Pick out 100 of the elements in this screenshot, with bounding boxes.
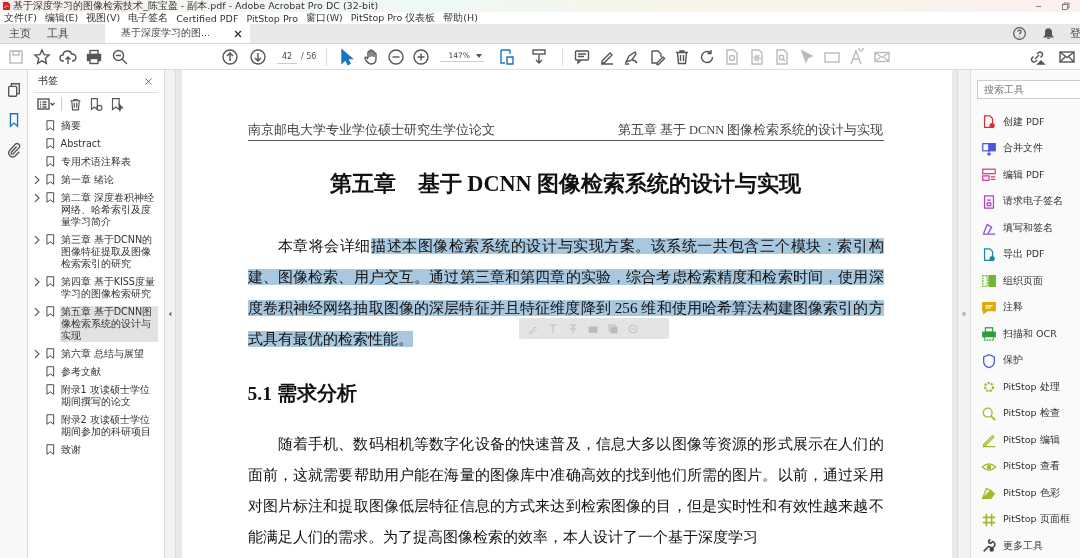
bookmark-item[interactable]: 第六章 总结与展望 [34,345,158,363]
bookmark-icon [46,174,55,185]
gear-icon [981,379,997,395]
tool-item[interactable]: PitStop 色彩 [977,484,1080,502]
menu-item[interactable]: 文件(F) [4,11,37,25]
bookmark-icon [46,234,55,245]
create-pdf-icon [981,114,997,130]
scan-icon [981,326,997,342]
tool-item[interactable]: PitStop 页面框 [977,510,1080,529]
window-title: 基于深度学习的图像检索技术_陈宝盈 - 副本.pdf - Adobe Acrobat Pro DC (32-bit) [13,0,379,12]
chevron-icon[interactable] [34,176,40,184]
bell-icon[interactable] [1041,26,1056,41]
menu-item[interactable]: 编辑(E) [44,11,79,25]
chevron-icon[interactable] [34,194,40,202]
restore-icon[interactable] [1061,1,1070,11]
resize-grip-icon[interactable] [960,310,968,318]
menu-item[interactable]: 窗口(W) [305,11,343,25]
menu-item[interactable]: 帮助(H) [443,11,478,25]
zoom-plus-icon[interactable] [412,47,431,66]
tool-item[interactable]: PitStop 处理 [977,378,1080,396]
tool-item[interactable]: 请求电子签名 [977,192,1080,211]
bookmark-icon [46,192,55,203]
page-up-icon[interactable] [221,47,239,66]
bookmark-item[interactable]: 专用术语注释表 [34,153,158,171]
tab[interactable]: 基于深度学习的图... [105,24,250,43]
paragraph: 随着手机、数码相机等数字化设备的快速普及，信息大多以图像等资源的形式展示在人们的面前，这就需要帮助用户能在海量的图像库中准确高效的找到他们所需的图片。以前，通过采用对图片标注和提取图像低层特征信息的方式来达到检索图像的目，但是实时性和有效性越来越不能满足人们的需求。为了提高图像检索的效率，本人设计了一个基于深度学习 [247,435,884,547]
tool-item[interactable]: 编辑 PDF [977,166,1080,184]
bookmark-item[interactable]: 参考文献 [34,363,158,381]
tab[interactable]: 主页 [0,24,39,43]
collapse-icon[interactable] [166,310,174,318]
tool-item[interactable]: 导出 PDF [977,245,1080,264]
chevron-icon[interactable] [34,308,40,316]
wrench-icon [981,538,997,554]
page-header: 南京邮电大学专业学位硕士研究生学位论文 [247,122,495,139]
tool-item[interactable]: 更多工具 [977,537,1080,555]
help-icon[interactable] [1012,26,1027,41]
page-number-field[interactable]: 42 [277,49,297,64]
menu-item[interactable]: PitStop Pro [246,12,298,24]
zoom-minus-icon[interactable] [387,47,406,66]
tool-item[interactable]: PitStop 编辑 [977,431,1080,449]
new-bookmark-icon[interactable] [89,96,104,112]
page-down-icon[interactable] [249,47,267,66]
bookmark-item[interactable]: 附录2 攻读硕士学位期间参加的科研项目 [34,411,158,441]
bookmark-item[interactable]: 第二章 深度卷积神经网络、哈希索引及度量学习简介 [34,189,158,231]
tool-item[interactable]: PitStop 检查 [977,404,1080,423]
tool-item[interactable]: 填写和签名 [977,219,1080,237]
options-menu-icon[interactable] [37,95,55,113]
bookmark-item[interactable]: 第一章 绪论 [34,171,158,189]
comment-icon [981,299,997,316]
bookmark-icon [46,348,55,359]
printer-icon[interactable] [85,47,103,66]
tool-item[interactable]: 扫描和 OCR [977,325,1080,343]
close-icon[interactable] [234,29,242,38]
chapter-title: 第五章 基于 DCNN 图像检索系统的设计与实现 [328,170,803,198]
tool-item[interactable]: 注释 [977,298,1080,317]
fit-page-icon[interactable] [498,47,517,66]
zoom-out-icon[interactable] [111,47,129,66]
menu-item[interactable]: PitStop Pro 仪表板 [350,11,436,25]
edit-pdf-icon [981,167,997,183]
star-icon[interactable] [33,47,51,66]
bookmark-item[interactable]: 摘要 [34,117,158,135]
tool-item[interactable]: 组织页面 [977,272,1080,290]
bookmark-item[interactable]: 第三章 基于DCNN的图像特征提取及图像检索索引的研究 [34,231,158,273]
chevron-icon[interactable] [34,278,40,286]
bookmark-item[interactable]: Abstract [34,135,158,153]
chevron-icon[interactable] [34,236,40,244]
bookmark-item[interactable]: 附录1 攻读硕士学位期间撰写的论文 [34,381,158,411]
export-pdf-icon [981,246,997,263]
bookmark-icon [46,138,55,149]
menu-item[interactable]: 电子签名 [128,11,169,25]
tool-item[interactable]: 合并文件 [977,139,1080,158]
menu-item[interactable]: Certified PDF [176,12,239,24]
bookmark-search-icon[interactable] [110,96,125,112]
pencil-icon [981,432,997,448]
tool-item[interactable]: 保护 [977,351,1080,370]
tool-item[interactable]: 创建 PDF [977,113,1080,131]
sign-in-link[interactable]: 登 [1070,26,1080,41]
search-tools-field[interactable]: 搜索工具 [977,80,1080,99]
edit-document-icon[interactable] [648,47,667,66]
bookmark-item[interactable]: 致谢 [34,441,158,459]
bookmark-icon [46,120,55,131]
bookmark-item[interactable]: 第四章 基于KISS度量学习的图像检索研究 [34,273,158,303]
bookmark-icon [46,366,55,377]
trash-icon[interactable] [68,96,83,112]
bookmark-icon [46,384,55,395]
comment-icon[interactable] [573,47,592,66]
cloud-upload-icon[interactable] [59,47,77,66]
bookmark-icon [46,276,55,287]
caret-icon [476,53,483,58]
menu-item[interactable]: 视图(V) [86,11,121,25]
color-swatch-icon [981,485,997,501]
combine-files-icon [981,140,997,157]
page-count: / 56 [301,52,317,61]
read-mode-icon[interactable] [530,47,549,66]
bookmark-icon [46,156,55,167]
chevron-icon[interactable] [34,350,40,358]
tool-item[interactable]: PitStop 查看 [977,457,1080,476]
paragraph: 本章将会详细描述本图像检索系统的设计与实现方案。该系统一共包含三个模块：索引构建、图像检索、用户交互。通过第三章和第四章的实验，综合考虑检索精度和检索时间，使用深度卷积神经网络抽取图像的深层特征并且特征维度降到 256 维和使用哈希算法构建图像索引的方式具有最优的检索性能。 [247,237,884,349]
tab[interactable]: 工具 [39,24,77,43]
section-heading: 5.1 需求分析 [247,382,358,406]
